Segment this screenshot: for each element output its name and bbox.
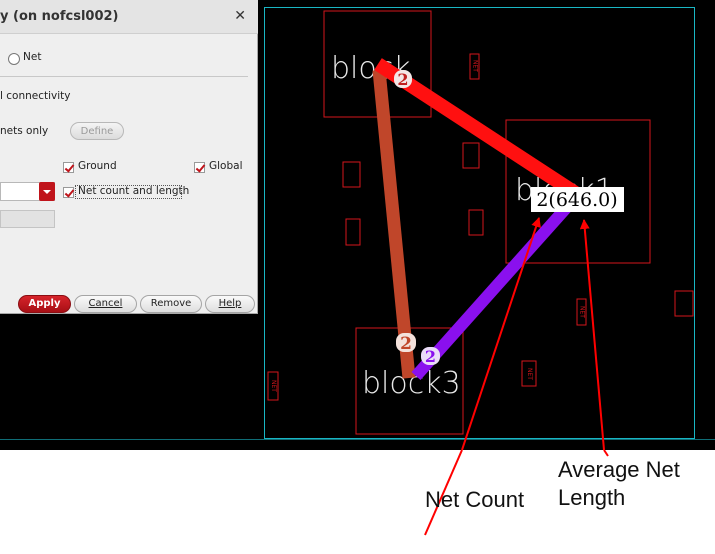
- ground-label: Ground: [78, 160, 117, 172]
- dialog-title: y (on nofcsl002): [0, 9, 119, 24]
- small-shape: [462, 142, 480, 169]
- net-count-length-label: Net count and length: [78, 185, 190, 197]
- annotation-average-net-length-line2: Length: [558, 485, 626, 510]
- svg-text:2: 2: [400, 334, 412, 354]
- section-divider: [0, 76, 248, 77]
- svg-text:2: 2: [425, 347, 436, 366]
- apply-button[interactable]: Apply: [18, 295, 71, 313]
- help-button[interactable]: Help: [205, 295, 255, 313]
- cancel-button[interactable]: Cancel: [74, 295, 137, 313]
- net-radio[interactable]: [8, 53, 20, 65]
- pin: NET: [576, 298, 587, 326]
- close-icon[interactable]: ✕: [234, 8, 246, 24]
- net-radio-label: Net: [23, 51, 42, 63]
- pin: NET: [267, 371, 279, 401]
- connectivity-label: l connectivity: [0, 90, 71, 102]
- small-shape: [468, 209, 484, 236]
- net-flight-line-brown[interactable]: [372, 69, 416, 379]
- svg-text:NET: NET: [526, 368, 533, 380]
- svg-text:NET: NET: [270, 380, 277, 392]
- net-count-badge: 2: [396, 333, 416, 354]
- small-shape: [345, 218, 361, 246]
- annotation-arrow-average-net-length: [579, 219, 605, 450]
- svg-text:NET: NET: [579, 306, 586, 318]
- ground-checkbox[interactable]: [63, 162, 74, 173]
- svg-text:2: 2: [397, 70, 408, 89]
- svg-text:2(646.0): 2(646.0): [536, 189, 617, 211]
- chevron-down-icon[interactable]: [39, 182, 55, 201]
- global-checkbox[interactable]: [194, 162, 205, 173]
- global-label: Global: [209, 160, 243, 172]
- net-count-length-checkbox[interactable]: [63, 187, 74, 198]
- remove-button[interactable]: Remove: [140, 295, 202, 313]
- disabled-input: [0, 210, 55, 228]
- annotation-net-count: Net Count: [425, 487, 525, 512]
- pin: NET: [521, 360, 537, 387]
- dialog-titlebar[interactable]: y (on nofcsl002) ✕: [0, 0, 258, 34]
- annotation-average-net-length-line1: Average Net: [558, 457, 680, 482]
- annotation-arrow-net-count: [461, 217, 541, 450]
- connectivity-dialog[interactable]: y (on nofcsl002) ✕ Net l connectivity ne…: [0, 0, 258, 314]
- define-button[interactable]: Define: [70, 122, 124, 140]
- nets-only-label: nets only: [0, 125, 49, 137]
- svg-text:NET: NET: [472, 60, 479, 72]
- small-shape: [674, 290, 694, 317]
- small-shape: [342, 161, 361, 188]
- net-count-length-label: 2(646.0): [531, 187, 624, 212]
- pin: NET: [469, 53, 480, 80]
